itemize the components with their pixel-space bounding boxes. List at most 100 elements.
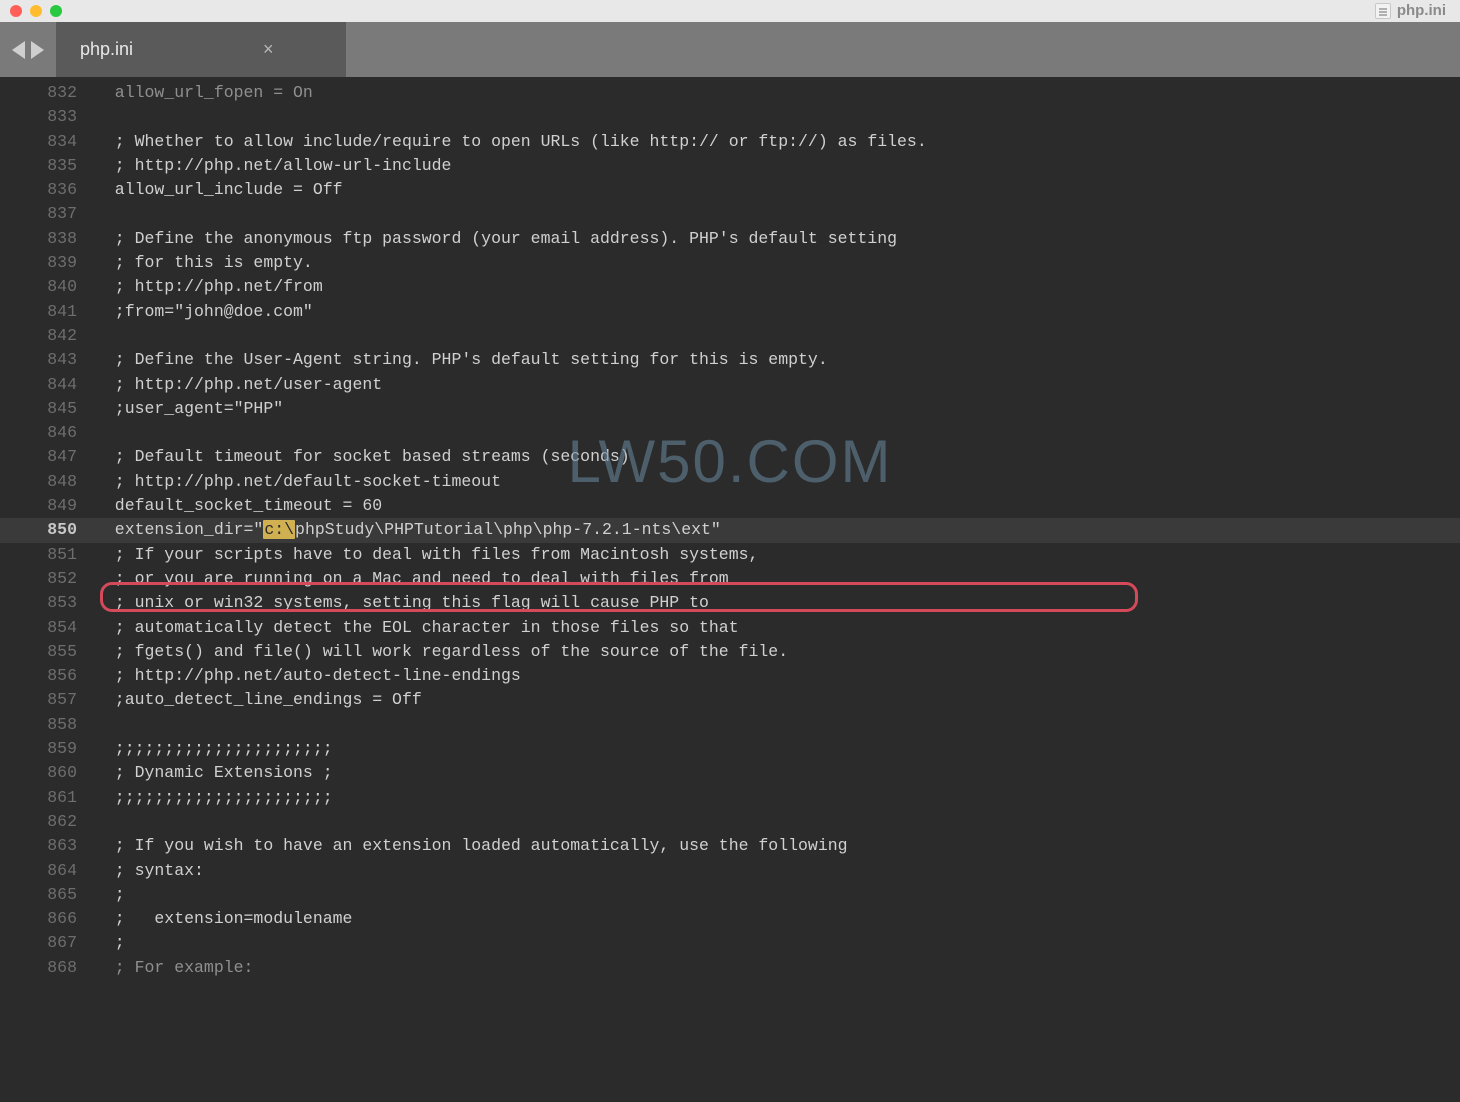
code-line[interactable]: 848 ; http://php.net/default-socket-time… <box>0 470 1460 494</box>
line-number: 843 <box>0 348 95 372</box>
code-line[interactable]: 851 ; If your scripts have to deal with … <box>0 543 1460 567</box>
line-content <box>95 421 1460 445</box>
close-icon[interactable]: × <box>263 39 274 60</box>
line-number: 833 <box>0 105 95 129</box>
line-number: 837 <box>0 202 95 226</box>
line-content: ; If your scripts have to deal with file… <box>95 543 1460 567</box>
code-line[interactable]: 864 ; syntax: <box>0 859 1460 883</box>
minimize-window-button[interactable] <box>30 5 42 17</box>
code-line[interactable]: 865 ; <box>0 883 1460 907</box>
code-line[interactable]: 855 ; fgets() and file() will work regar… <box>0 640 1460 664</box>
code-line[interactable]: 850 extension_dir="c:\phpStudy\PHPTutori… <box>0 518 1460 542</box>
line-number: 846 <box>0 421 95 445</box>
code-line[interactable]: 847 ; Default timeout for socket based s… <box>0 445 1460 469</box>
line-number: 852 <box>0 567 95 591</box>
code-line[interactable]: 853 ; unix or win32 systems, setting thi… <box>0 591 1460 615</box>
code-line[interactable]: 866 ; extension=modulename <box>0 907 1460 931</box>
line-content: ;;;;;;;;;;;;;;;;;;;;;; <box>95 737 1460 761</box>
line-number: 862 <box>0 810 95 834</box>
code-line[interactable]: 860 ; Dynamic Extensions ; <box>0 761 1460 785</box>
code-line[interactable]: 834 ; Whether to allow include/require t… <box>0 130 1460 154</box>
close-window-button[interactable] <box>10 5 22 17</box>
code-line[interactable]: 862 <box>0 810 1460 834</box>
code-line[interactable]: 842 <box>0 324 1460 348</box>
line-number: 864 <box>0 859 95 883</box>
line-number: 867 <box>0 931 95 955</box>
line-number: 861 <box>0 786 95 810</box>
line-content: ; automatically detect the EOL character… <box>95 616 1460 640</box>
tab-label: php.ini <box>80 39 133 60</box>
line-content: ; Define the anonymous ftp password (you… <box>95 227 1460 251</box>
code-line[interactable]: 852 ; or you are running on a Mac and ne… <box>0 567 1460 591</box>
code-line[interactable]: 857 ;auto_detect_line_endings = Off <box>0 688 1460 712</box>
line-number: 841 <box>0 300 95 324</box>
code-line[interactable]: 861 ;;;;;;;;;;;;;;;;;;;;;; <box>0 786 1460 810</box>
code-line[interactable]: 835 ; http://php.net/allow-url-include <box>0 154 1460 178</box>
line-number: 856 <box>0 664 95 688</box>
nav-back-icon[interactable] <box>12 41 25 59</box>
line-content <box>95 713 1460 737</box>
line-content <box>95 810 1460 834</box>
line-number: 834 <box>0 130 95 154</box>
code-line[interactable]: 858 <box>0 713 1460 737</box>
editor-area[interactable]: LW50.COM 832 allow_url_fopen = On833 834… <box>0 77 1460 1102</box>
line-number: 839 <box>0 251 95 275</box>
line-number: 851 <box>0 543 95 567</box>
line-number: 854 <box>0 616 95 640</box>
code-line[interactable]: 841 ;from="john@doe.com" <box>0 300 1460 324</box>
line-number: 838 <box>0 227 95 251</box>
code-line[interactable]: 854 ; automatically detect the EOL chara… <box>0 616 1460 640</box>
code-line[interactable]: 838 ; Define the anonymous ftp password … <box>0 227 1460 251</box>
code-line[interactable]: 868 ; For example: <box>0 956 1460 980</box>
code-line[interactable]: 859 ;;;;;;;;;;;;;;;;;;;;;; <box>0 737 1460 761</box>
code-line[interactable]: 832 allow_url_fopen = On <box>0 81 1460 105</box>
line-number: 845 <box>0 397 95 421</box>
line-content: ; Default timeout for socket based strea… <box>95 445 1460 469</box>
line-number: 836 <box>0 178 95 202</box>
code-line[interactable]: 843 ; Define the User-Agent string. PHP'… <box>0 348 1460 372</box>
line-content: ; unix or win32 systems, setting this fl… <box>95 591 1460 615</box>
line-number: 850 <box>0 518 95 542</box>
line-content: ;from="john@doe.com" <box>95 300 1460 324</box>
line-content: allow_url_fopen = On <box>95 81 1460 105</box>
titlebar-filename: php.ini <box>1375 2 1446 19</box>
code-line[interactable]: 846 <box>0 421 1460 445</box>
tab-phpini[interactable]: php.ini × <box>56 22 346 77</box>
nav-forward-icon[interactable] <box>31 41 44 59</box>
line-content: default_socket_timeout = 60 <box>95 494 1460 518</box>
line-number: 857 <box>0 688 95 712</box>
code-line[interactable]: 839 ; for this is empty. <box>0 251 1460 275</box>
line-content: ;user_agent="PHP" <box>95 397 1460 421</box>
code-line[interactable]: 833 <box>0 105 1460 129</box>
code-line[interactable]: 863 ; If you wish to have an extension l… <box>0 834 1460 858</box>
line-content: ; <box>95 931 1460 955</box>
search-highlight: c:\ <box>263 520 295 539</box>
code-line[interactable]: 845 ;user_agent="PHP" <box>0 397 1460 421</box>
code-line[interactable]: 849 default_socket_timeout = 60 <box>0 494 1460 518</box>
code-line[interactable]: 844 ; http://php.net/user-agent <box>0 373 1460 397</box>
line-content: ; Define the User-Agent string. PHP's de… <box>95 348 1460 372</box>
titlebar-filename-text: php.ini <box>1397 2 1446 19</box>
window-controls <box>10 5 62 17</box>
line-number: 860 <box>0 761 95 785</box>
code-line[interactable]: 840 ; http://php.net/from <box>0 275 1460 299</box>
code-line[interactable]: 837 <box>0 202 1460 226</box>
line-content: ; http://php.net/default-socket-timeout <box>95 470 1460 494</box>
line-number: 853 <box>0 591 95 615</box>
maximize-window-button[interactable] <box>50 5 62 17</box>
line-content: ; syntax: <box>95 859 1460 883</box>
code-line[interactable]: 856 ; http://php.net/auto-detect-line-en… <box>0 664 1460 688</box>
line-number: 858 <box>0 713 95 737</box>
line-number: 865 <box>0 883 95 907</box>
line-content: ; Whether to allow include/require to op… <box>95 130 1460 154</box>
code-line[interactable]: 867 ; <box>0 931 1460 955</box>
code-line[interactable]: 836 allow_url_include = Off <box>0 178 1460 202</box>
tab-bar: php.ini × <box>0 22 1460 77</box>
line-number: 866 <box>0 907 95 931</box>
line-content: ;auto_detect_line_endings = Off <box>95 688 1460 712</box>
line-content: ; http://php.net/allow-url-include <box>95 154 1460 178</box>
line-number: 859 <box>0 737 95 761</box>
nav-arrows <box>0 22 56 77</box>
line-content <box>95 324 1460 348</box>
line-number: 844 <box>0 373 95 397</box>
